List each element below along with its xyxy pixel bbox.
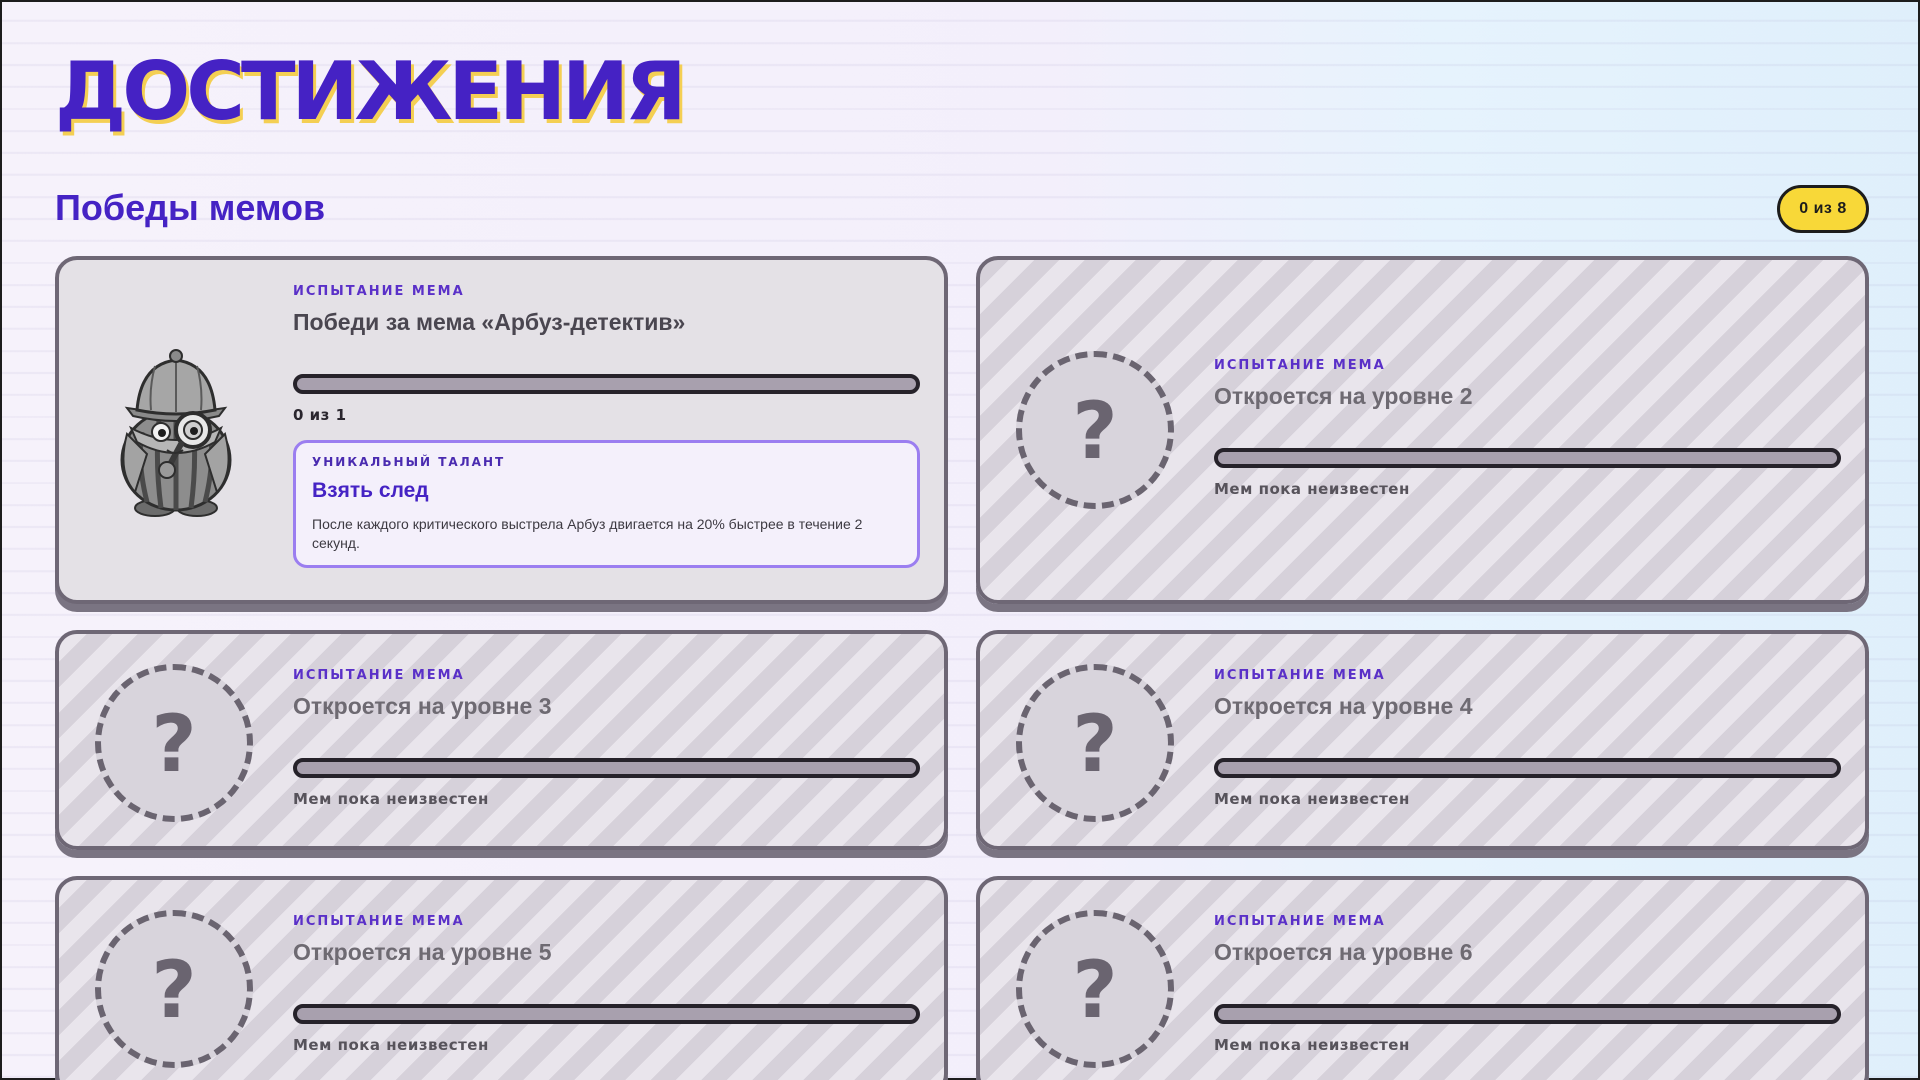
progress-text: Мем пока неизвестен (293, 790, 489, 808)
progress-text: 0 из 1 (293, 406, 347, 424)
achievement-name: Откроется на уровне 4 (1214, 693, 1473, 719)
achievements-page: ДОСТИЖЕНИЯ Победы мемов 0 из 8 ИСПЫТАНИЕ… (55, 2, 1869, 1080)
question-mark-glyph: ? (151, 946, 197, 1036)
achievement-kind: ИСПЫТАНИЕ МЕМА (1214, 358, 1386, 373)
question-mark-glyph: ? (151, 700, 197, 790)
achievement-card-locked[interactable]: ? ИСПЫТАНИЕ МЕМА Откроется на уровне 5 М… (55, 876, 948, 1080)
talent-kind: УНИКАЛЬНЫЙ ТАЛАНТ (312, 455, 506, 469)
question-mark-icon: ? (1016, 910, 1174, 1068)
achievement-card-watermelon-detective[interactable]: ИСПЫТАНИЕ МЕМА Победи за мема «Арбуз-дет… (55, 256, 948, 604)
talent-description: После каждого критического выстрела Арбу… (312, 516, 863, 551)
progress-text: Мем пока неизвестен (1214, 1036, 1410, 1054)
achievement-card-locked[interactable]: ? ИСПЫТАНИЕ МЕМА Откроется на уровне 6 М… (976, 876, 1869, 1080)
talent-name: Взять след (312, 479, 429, 502)
achievements-grid: ИСПЫТАНИЕ МЕМА Победи за мема «Арбуз-дет… (55, 256, 1869, 1080)
progress-bar (293, 1004, 920, 1024)
achievement-name: Откроется на уровне 5 (293, 939, 552, 965)
section-header: Победы мемов 0 из 8 (55, 185, 1869, 235)
achievements-count-badge: 0 из 8 (1777, 185, 1869, 233)
progress-bar (1214, 758, 1841, 778)
question-mark-icon: ? (95, 664, 253, 822)
achievement-name: Откроется на уровне 6 (1214, 939, 1473, 965)
question-mark-glyph: ? (1072, 946, 1118, 1036)
achievement-info: ИСПЫТАНИЕ МЕМА Откроется на уровне 6 Мем… (1214, 914, 1841, 1054)
question-mark-icon: ? (1016, 351, 1174, 509)
achievement-kind: ИСПЫТАНИЕ МЕМА (293, 284, 465, 299)
achievement-name: Победи за мема «Арбуз-детектив» (293, 309, 686, 335)
achievement-kind: ИСПЫТАНИЕ МЕМА (293, 914, 465, 929)
achievement-info: ИСПЫТАНИЕ МЕМА Победи за мема «Арбуз-дет… (293, 284, 920, 568)
achievement-info: ИСПЫТАНИЕ МЕМА Откроется на уровне 5 Мем… (293, 914, 920, 1054)
page-title: ДОСТИЖЕНИЯ (55, 45, 687, 138)
unique-talent-box: УНИКАЛЬНЫЙ ТАЛАНТ Взять след После каждо… (293, 440, 920, 568)
achievement-info: ИСПЫТАНИЕ МЕМА Откроется на уровне 3 Мем… (293, 668, 920, 808)
achievement-card-locked[interactable]: ? ИСПЫТАНИЕ МЕМА Откроется на уровне 4 М… (976, 630, 1869, 850)
progress-bar (293, 374, 920, 394)
progress-text: Мем пока неизвестен (1214, 790, 1410, 808)
achievement-kind: ИСПЫТАНИЕ МЕМА (1214, 914, 1386, 929)
section-title: Победы мемов (55, 187, 326, 228)
watermelon-detective-avatar (97, 342, 255, 518)
question-mark-icon: ? (95, 910, 253, 1068)
achievement-info: ИСПЫТАНИЕ МЕМА Откроется на уровне 2 Мем… (1214, 358, 1841, 498)
achievement-kind: ИСПЫТАНИЕ МЕМА (1214, 668, 1386, 683)
progress-bar (1214, 448, 1841, 468)
progress-text: Мем пока неизвестен (293, 1036, 489, 1054)
progress-text: Мем пока неизвестен (1214, 480, 1410, 498)
achievement-info: ИСПЫТАНИЕ МЕМА Откроется на уровне 4 Мем… (1214, 668, 1841, 808)
achievement-card-locked[interactable]: ? ИСПЫТАНИЕ МЕМА Откроется на уровне 2 М… (976, 256, 1869, 604)
achievement-name: Откроется на уровне 3 (293, 693, 552, 719)
question-mark-glyph: ? (1072, 700, 1118, 790)
progress-bar (1214, 1004, 1841, 1024)
question-mark-icon: ? (1016, 664, 1174, 822)
question-mark-glyph: ? (1072, 387, 1118, 477)
achievement-kind: ИСПЫТАНИЕ МЕМА (293, 668, 465, 683)
achievement-card-locked[interactable]: ? ИСПЫТАНИЕ МЕМА Откроется на уровне 3 М… (55, 630, 948, 850)
progress-bar (293, 758, 920, 778)
achievement-name: Откроется на уровне 2 (1214, 383, 1473, 409)
